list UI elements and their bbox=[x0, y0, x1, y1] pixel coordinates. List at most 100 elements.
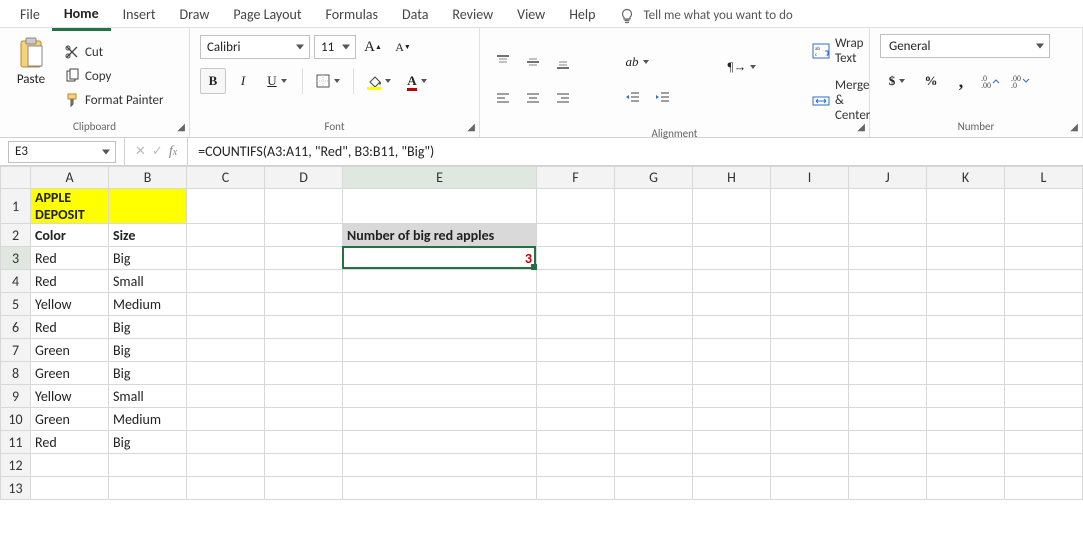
cell-G3[interactable] bbox=[615, 247, 693, 270]
cell-C6[interactable] bbox=[187, 316, 265, 339]
cell-E9[interactable] bbox=[343, 385, 537, 408]
cell-K2[interactable] bbox=[927, 224, 1005, 247]
comma-button[interactable]: , bbox=[948, 68, 974, 94]
cell-E12[interactable] bbox=[343, 454, 537, 477]
cell-I4[interactable] bbox=[771, 270, 849, 293]
cell-D3[interactable] bbox=[265, 247, 343, 270]
row-header-1[interactable]: 1 bbox=[1, 189, 31, 224]
cell-H5[interactable] bbox=[693, 293, 771, 316]
insert-function-button[interactable]: fx bbox=[169, 144, 177, 160]
cell-I11[interactable] bbox=[771, 431, 849, 454]
cell-H12[interactable] bbox=[693, 454, 771, 477]
worksheet[interactable]: ABCDEFGHIJKL1APPLE DEPOSIT2ColorSizeNumb… bbox=[0, 166, 1083, 500]
cell-B9[interactable]: Small bbox=[109, 385, 187, 408]
cell-E1[interactable] bbox=[343, 189, 537, 224]
cell-G4[interactable] bbox=[615, 270, 693, 293]
cell-F12[interactable] bbox=[537, 454, 615, 477]
cell-F1[interactable] bbox=[537, 189, 615, 224]
increase-font-button[interactable]: A▲ bbox=[360, 34, 386, 60]
cell-L6[interactable] bbox=[1005, 316, 1083, 339]
col-header-K[interactable]: K bbox=[927, 167, 1005, 189]
col-header-E[interactable]: E bbox=[343, 167, 537, 189]
cell-K1[interactable] bbox=[927, 189, 1005, 224]
col-header-D[interactable]: D bbox=[265, 167, 343, 189]
orientation-button[interactable]: ab bbox=[620, 49, 654, 75]
cell-H11[interactable] bbox=[693, 431, 771, 454]
cell-E2[interactable]: Number of big red apples bbox=[343, 224, 537, 247]
cell-F9[interactable] bbox=[537, 385, 615, 408]
cell-F5[interactable] bbox=[537, 293, 615, 316]
cell-G7[interactable] bbox=[615, 339, 693, 362]
cell-G10[interactable] bbox=[615, 408, 693, 431]
cell-H13[interactable] bbox=[693, 477, 771, 500]
col-header-C[interactable]: C bbox=[187, 167, 265, 189]
cell-J12[interactable] bbox=[849, 454, 927, 477]
name-box[interactable]: E3 bbox=[8, 141, 116, 163]
cut-button[interactable]: Cut bbox=[60, 42, 168, 62]
cell-E10[interactable] bbox=[343, 408, 537, 431]
fill-color-button[interactable] bbox=[362, 68, 396, 94]
cell-G12[interactable] bbox=[615, 454, 693, 477]
cell-G2[interactable] bbox=[615, 224, 693, 247]
cell-C10[interactable] bbox=[187, 408, 265, 431]
cell-I6[interactable] bbox=[771, 316, 849, 339]
cell-G1[interactable] bbox=[615, 189, 693, 224]
align-right-button[interactable] bbox=[550, 85, 576, 111]
cell-B11[interactable]: Big bbox=[109, 431, 187, 454]
select-all-corner[interactable] bbox=[1, 167, 31, 189]
cell-F10[interactable] bbox=[537, 408, 615, 431]
cell-K8[interactable] bbox=[927, 362, 1005, 385]
cell-H4[interactable] bbox=[693, 270, 771, 293]
col-header-A[interactable]: A bbox=[31, 167, 109, 189]
cell-C5[interactable] bbox=[187, 293, 265, 316]
col-header-J[interactable]: J bbox=[849, 167, 927, 189]
cell-D12[interactable] bbox=[265, 454, 343, 477]
cell-L9[interactable] bbox=[1005, 385, 1083, 408]
cell-K7[interactable] bbox=[927, 339, 1005, 362]
col-header-G[interactable]: G bbox=[615, 167, 693, 189]
enter-formula-button[interactable]: ✓ bbox=[152, 144, 163, 159]
cell-B10[interactable]: Medium bbox=[109, 408, 187, 431]
cell-J5[interactable] bbox=[849, 293, 927, 316]
cell-K6[interactable] bbox=[927, 316, 1005, 339]
cell-L4[interactable] bbox=[1005, 270, 1083, 293]
cell-G11[interactable] bbox=[615, 431, 693, 454]
tell-me-search[interactable]: Tell me what you want to do bbox=[619, 8, 792, 24]
row-header-7[interactable]: 7 bbox=[1, 339, 31, 362]
italic-button[interactable]: I bbox=[230, 68, 256, 94]
tab-home[interactable]: Home bbox=[52, 1, 111, 31]
row-header-4[interactable]: 4 bbox=[1, 270, 31, 293]
cell-I1[interactable] bbox=[771, 189, 849, 224]
cell-A5[interactable]: Yellow bbox=[31, 293, 109, 316]
cell-L10[interactable] bbox=[1005, 408, 1083, 431]
bold-button[interactable]: B bbox=[200, 68, 226, 94]
col-header-I[interactable]: I bbox=[771, 167, 849, 189]
cell-A12[interactable] bbox=[31, 454, 109, 477]
cell-E7[interactable] bbox=[343, 339, 537, 362]
tab-data[interactable]: Data bbox=[390, 2, 440, 29]
currency-button[interactable]: $ bbox=[880, 68, 914, 94]
cell-I7[interactable] bbox=[771, 339, 849, 362]
cell-G13[interactable] bbox=[615, 477, 693, 500]
cell-D2[interactable] bbox=[265, 224, 343, 247]
col-header-F[interactable]: F bbox=[537, 167, 615, 189]
cell-H10[interactable] bbox=[693, 408, 771, 431]
paste-button[interactable]: Paste bbox=[10, 34, 52, 118]
copy-button[interactable]: Copy bbox=[60, 66, 168, 86]
cell-C4[interactable] bbox=[187, 270, 265, 293]
cell-D9[interactable] bbox=[265, 385, 343, 408]
cell-H6[interactable] bbox=[693, 316, 771, 339]
cell-B6[interactable]: Big bbox=[109, 316, 187, 339]
merge-center-button[interactable]: Merge & Center bbox=[808, 76, 879, 125]
row-header-6[interactable]: 6 bbox=[1, 316, 31, 339]
cell-C8[interactable] bbox=[187, 362, 265, 385]
cell-A3[interactable]: Red bbox=[31, 247, 109, 270]
tab-formulas[interactable]: Formulas bbox=[314, 2, 390, 29]
cell-D13[interactable] bbox=[265, 477, 343, 500]
cell-A8[interactable]: Green bbox=[31, 362, 109, 385]
cell-L1[interactable] bbox=[1005, 189, 1083, 224]
cell-J13[interactable] bbox=[849, 477, 927, 500]
alignment-dialog-launcher[interactable]: ◢ bbox=[857, 120, 865, 133]
tab-help[interactable]: Help bbox=[557, 2, 607, 29]
cell-K13[interactable] bbox=[927, 477, 1005, 500]
